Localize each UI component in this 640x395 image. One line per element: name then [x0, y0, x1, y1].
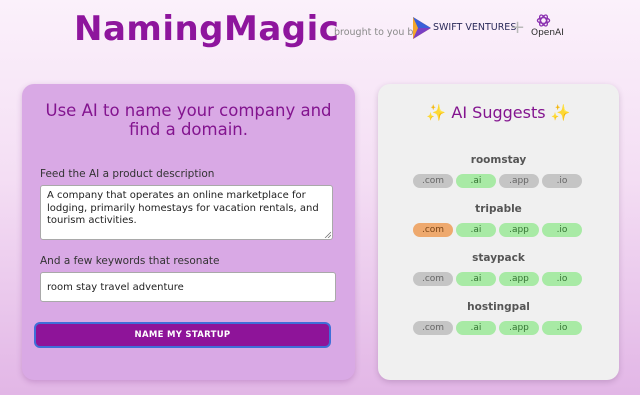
domain-pill-row: .com .ai .app .io [413, 223, 585, 237]
domain-pill[interactable]: .io [542, 321, 582, 335]
openai-logo-icon [536, 14, 551, 27]
domain-pill[interactable]: .ai [456, 321, 496, 335]
suggested-name: staypack [472, 252, 525, 264]
domain-pill[interactable]: .io [542, 174, 582, 188]
description-label: Feed the AI a product description [40, 168, 215, 180]
resize-handle-icon[interactable] [324, 231, 331, 238]
app-logo: NamingMagic [74, 9, 340, 49]
description-textarea[interactable]: A company that operates an online market… [40, 185, 333, 240]
suggestions-title: ✨ AI Suggests ✨ [426, 103, 571, 122]
form-title: Use AI to name your company and find a d… [45, 101, 332, 139]
domain-pill[interactable]: .com [413, 223, 453, 237]
keywords-label: And a few keywords that resonate [40, 255, 220, 267]
keywords-input[interactable]: room stay travel adventure [40, 272, 336, 302]
swift-ventures-logo-icon [413, 17, 431, 39]
domain-pill[interactable]: .com [413, 174, 453, 188]
domain-pill[interactable]: .com [413, 272, 453, 286]
domain-pill[interactable]: .app [499, 174, 539, 188]
domain-pill[interactable]: .com [413, 321, 453, 335]
domain-pill[interactable]: .io [542, 223, 582, 237]
suggested-name: roomstay [470, 154, 527, 166]
name-my-startup-button[interactable]: NAME MY STARTUP [34, 322, 331, 348]
domain-pill-row: .com .ai .app .io [413, 272, 585, 286]
openai-wordmark: OpenAI [531, 28, 564, 38]
domain-pill[interactable]: .ai [456, 174, 496, 188]
domain-pill[interactable]: .ai [456, 272, 496, 286]
swift-ventures-wordmark: SWIFT VENTURES [433, 22, 517, 33]
suggested-name: tripable [475, 203, 522, 215]
domain-pill[interactable]: .ai [456, 223, 496, 237]
domain-pill[interactable]: .app [499, 272, 539, 286]
plus-sign: + [510, 17, 526, 38]
suggested-name: hostingpal [467, 301, 530, 313]
domain-pill-row: .com .ai .app .io [413, 321, 585, 335]
description-text: A company that operates an online market… [47, 190, 319, 226]
domain-pill[interactable]: .io [542, 272, 582, 286]
domain-pill[interactable]: .app [499, 321, 539, 335]
domain-pill-row: .com .ai .app .io [413, 174, 585, 188]
domain-pill[interactable]: .app [499, 223, 539, 237]
byline: brought to you by [334, 27, 420, 38]
